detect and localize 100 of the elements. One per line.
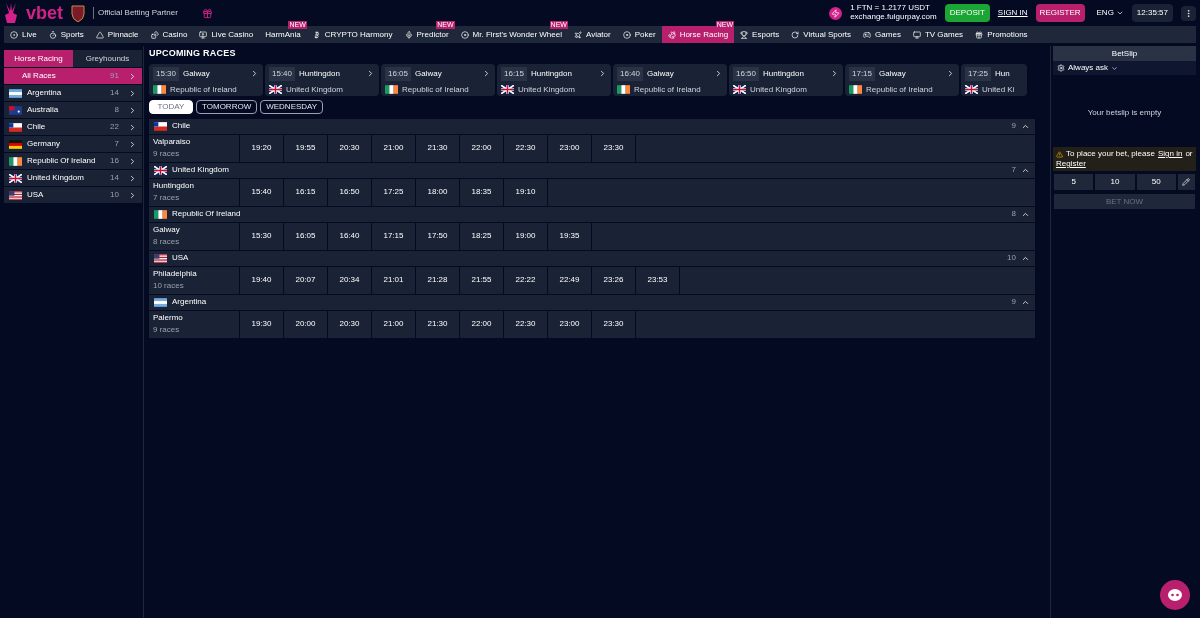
nav-tab[interactable]: Sports — [42, 26, 90, 43]
race-time-cell[interactable]: 21:55 — [460, 266, 503, 294]
stake-button[interactable]: 50 — [1136, 174, 1176, 190]
race-time-cell[interactable]: 19:55 — [284, 134, 327, 162]
race-time-cell[interactable]: 16:05 — [284, 222, 327, 250]
race-card[interactable]: 17:15 Galway Republic of Ireland — [845, 63, 959, 96]
race-time-cell[interactable]: 18:00 — [416, 178, 459, 206]
sign-in-link[interactable]: Sign in — [1157, 149, 1183, 159]
race-time-cell[interactable]: 17:25 — [372, 178, 415, 206]
race-time-cell[interactable]: 23:00 — [548, 134, 591, 162]
register-button[interactable]: REGISTER — [1035, 4, 1085, 22]
race-time-cell[interactable]: 23:00 — [548, 310, 591, 338]
race-time-cell[interactable]: 19:35 — [548, 222, 591, 250]
race-time-cell[interactable]: 16:50 — [328, 178, 371, 206]
country-header[interactable]: Argentina 9 — [149, 294, 1035, 310]
country-item[interactable]: All Races 91 — [4, 68, 142, 84]
nav-tab[interactable]: Virtual Sports — [785, 26, 858, 43]
race-time-cell[interactable]: 19:30 — [240, 310, 283, 338]
sport-tab[interactable]: Greyhounds — [73, 50, 142, 67]
language-select[interactable]: ENG — [1096, 7, 1124, 19]
race-card[interactable]: 15:40 Huntingdon United Kingdom — [265, 63, 379, 96]
race-time-cell[interactable]: 23:30 — [592, 310, 635, 338]
edit-button[interactable] — [1178, 174, 1195, 190]
race-time-cell[interactable]: 21:30 — [416, 134, 459, 162]
register-link[interactable]: Register — [1056, 159, 1086, 169]
race-time-cell[interactable]: 22:30 — [504, 310, 547, 338]
race-time-cell[interactable]: 21:00 — [372, 134, 415, 162]
country-item[interactable]: Chile 22 — [4, 119, 142, 135]
stake-button[interactable]: 10 — [1095, 174, 1135, 190]
country-header[interactable]: Chile 9 — [149, 118, 1035, 134]
race-time-cell[interactable]: 20:00 — [284, 310, 327, 338]
race-time-cell[interactable]: 15:30 — [240, 222, 283, 250]
race-card[interactable]: 15:30 Galway Republic of Ireland — [149, 63, 263, 96]
race-time-cell[interactable]: 21:01 — [372, 266, 415, 294]
race-time-cell[interactable]: 22:22 — [504, 266, 547, 294]
stake-button[interactable]: 5 — [1054, 174, 1094, 190]
sign-in-link[interactable]: SIGN IN — [997, 7, 1028, 19]
country-item[interactable]: Republic Of Ireland 16 — [4, 153, 142, 169]
race-time-cell[interactable]: 23:53 — [636, 266, 679, 294]
sport-tab[interactable]: Horse Racing — [4, 50, 73, 67]
race-time-cell[interactable]: 20:30 — [328, 310, 371, 338]
race-time-cell[interactable]: 17:15 — [372, 222, 415, 250]
logo-icon[interactable] — [4, 3, 18, 23]
more-button[interactable] — [1181, 5, 1196, 21]
race-time-cell[interactable]: 22:30 — [504, 134, 547, 162]
nav-tab[interactable]: Poker — [616, 26, 662, 43]
nav-tab[interactable]: Predictor — [398, 26, 455, 43]
race-time-cell[interactable]: 20:07 — [284, 266, 327, 294]
chat-button[interactable] — [1160, 580, 1190, 610]
day-tab[interactable]: TOMORROW — [196, 99, 258, 114]
country-header[interactable]: Republic Of Ireland 8 — [149, 206, 1035, 222]
nav-tab[interactable]: Pinnacle — [89, 26, 145, 43]
race-card[interactable]: 16:40 Galway Republic of Ireland — [613, 63, 727, 96]
country-header[interactable]: United Kingdom 7 — [149, 162, 1035, 178]
race-time-cell[interactable]: 21:00 — [372, 310, 415, 338]
race-time-cell[interactable]: 15:40 — [240, 178, 283, 206]
race-time-cell[interactable]: 22:00 — [460, 310, 503, 338]
race-time-cell[interactable]: 16:15 — [284, 178, 327, 206]
race-time-cell[interactable]: 22:00 — [460, 134, 503, 162]
nav-tab[interactable]: TV Games — [906, 26, 970, 43]
country-item[interactable]: Germany 7 — [4, 136, 142, 152]
race-time-cell[interactable]: 23:30 — [592, 134, 635, 162]
race-time-cell[interactable]: 20:34 — [328, 266, 371, 294]
race-time-cell[interactable]: 19:10 — [504, 178, 547, 206]
race-time-cell[interactable]: 16:40 — [328, 222, 371, 250]
nav-tab[interactable]: Mr. First's Wonder Wheel — [454, 26, 568, 43]
nav-tab[interactable]: Esports — [734, 26, 786, 43]
race-time-cell[interactable]: 18:25 — [460, 222, 503, 250]
race-time-cell[interactable]: 18:35 — [460, 178, 503, 206]
odds-mode-select[interactable]: Always ask — [1053, 61, 1196, 75]
nav-tab[interactable]: Promotions — [969, 26, 1034, 43]
country-item[interactable]: Australia 8 — [4, 102, 142, 118]
race-card[interactable]: 16:05 Galway Republic of Ireland — [381, 63, 495, 96]
country-item[interactable]: Argentina 14 — [4, 85, 142, 101]
race-card[interactable]: 17:25 Hun United Ki — [961, 63, 1027, 96]
country-header[interactable]: USA 10 — [149, 250, 1035, 266]
country-item[interactable]: United Kingdom 14 — [4, 170, 142, 186]
race-card[interactable]: 16:50 Huntingdon United Kingdom — [729, 63, 843, 96]
gift-icon[interactable] — [201, 7, 213, 19]
logo[interactable]: vbet — [26, 4, 63, 22]
nav-tab[interactable]: CRYPTO Harmony — [306, 26, 399, 43]
nav-tab[interactable]: Live — [4, 26, 43, 43]
day-tab[interactable]: TODAY — [149, 99, 193, 114]
nav-tab[interactable]: Live Casino — [193, 26, 260, 43]
race-time-cell[interactable]: 19:40 — [240, 266, 283, 294]
race-time-cell[interactable]: 21:30 — [416, 310, 459, 338]
nav-tab[interactable]: Casino — [144, 26, 194, 43]
race-time-cell[interactable]: 23:26 — [592, 266, 635, 294]
nav-tab[interactable]: Aviator — [567, 26, 617, 43]
nav-tab[interactable]: Games — [857, 26, 907, 43]
race-time-cell[interactable]: 21:28 — [416, 266, 459, 294]
race-time-cell[interactable]: 17:50 — [416, 222, 459, 250]
day-tab[interactable]: WEDNESDAY — [260, 99, 324, 114]
race-time-cell[interactable]: 19:00 — [504, 222, 547, 250]
exchange-link[interactable]: exchange.fulgurpay.com — [850, 13, 937, 22]
country-item[interactable]: USA 10 — [4, 187, 142, 203]
nav-tab[interactable]: Horse Racing — [661, 26, 735, 43]
race-card[interactable]: 16:15 Huntingdon United Kingdom — [497, 63, 611, 96]
race-time-cell[interactable]: 20:30 — [328, 134, 371, 162]
race-time-cell[interactable]: 19:20 — [240, 134, 283, 162]
